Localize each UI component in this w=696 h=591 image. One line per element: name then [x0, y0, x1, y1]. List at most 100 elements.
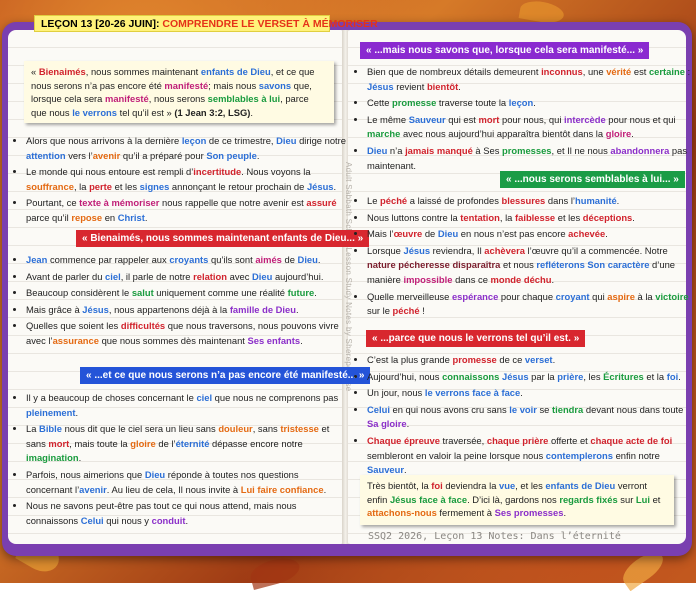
list-item: C’est la plus grande promesse de ce vers…: [367, 353, 693, 368]
not-yet-list: Il y a beaucoup de choses concernant le …: [12, 391, 346, 530]
text-run: en: [102, 211, 118, 223]
highlighted-word: Jésus: [82, 303, 109, 315]
highlighted-word: marche: [367, 128, 401, 140]
text-run: nous dit que le ciel sera un lieu sans: [61, 423, 219, 435]
text-run: Alors que nous arrivons à la dernière: [26, 135, 182, 146]
highlighted-word: Jésus: [306, 180, 334, 192]
list-item: Nous luttons contre la tentation, la fai…: [367, 211, 693, 226]
list-item: Le même Sauveur qui est mort pour nous, …: [367, 113, 693, 142]
text-run: Le monde qui nous entoure est rempli d’: [26, 166, 194, 178]
text-run: sur le: [367, 305, 393, 317]
text-run: traversée,: [439, 434, 487, 446]
highlighted-word: avenir: [79, 483, 107, 495]
list-item: Lorsque Jésus reviendra, Il achèvera l’œ…: [367, 244, 693, 288]
text-run: , nous sommes maintenant: [85, 66, 201, 77]
text-run: nous rappelle que notre avenir est: [159, 197, 307, 209]
highlighted-word: conduit: [151, 514, 186, 526]
text-run: sur: [617, 493, 636, 505]
highlighted-word: le voir: [509, 403, 537, 415]
highlighted-word: vue: [499, 480, 516, 491]
highlighted-word: Bible: [39, 423, 62, 435]
highlighted-word: Sauveur: [408, 113, 446, 125]
text-run: .: [458, 80, 461, 92]
lesson-heading: COMPRENDRE LE VERSET À MÉMORISER: [162, 18, 378, 30]
highlighted-word: aspire: [607, 290, 635, 302]
text-run: fermement à: [436, 507, 495, 518]
list-item: Le monde qui nous entoure est rempli d’i…: [26, 165, 346, 194]
highlighted-word: le verrons face à face: [424, 387, 521, 399]
text-run: :: [684, 66, 691, 77]
highlighted-word: blessures: [501, 195, 546, 206]
highlighted-word: aimés: [255, 254, 282, 265]
highlighted-word: le verrons: [72, 106, 118, 118]
text-run: en nous n’est pas encore: [458, 228, 569, 240]
highlighted-word: Christ: [117, 211, 145, 223]
text-run: ; mais nous: [208, 79, 259, 91]
highlighted-word: Dieu: [367, 144, 388, 156]
text-run: l’œuvre qu’il a commencée. Notre: [524, 244, 668, 256]
text-run: .: [314, 287, 317, 299]
text-run: .: [300, 334, 303, 346]
text-run: Nous luttons contre la: [367, 211, 461, 223]
text-run: Le même: [367, 113, 409, 125]
text-run: dirige notre: [296, 135, 346, 146]
highlighted-word: assuré: [306, 197, 337, 209]
closing-note-text: Très bientôt, la foi deviendra la vue, e…: [367, 480, 660, 518]
text-run: , la: [499, 211, 515, 223]
text-run: «: [31, 66, 39, 77]
text-run: Mais l’: [367, 228, 394, 240]
beloved-list: Jean commence par rappeler aux croyants …: [12, 253, 346, 351]
highlighted-word: savons: [258, 79, 292, 91]
text-run: et nous: [500, 259, 537, 271]
text-run: .: [404, 464, 407, 476]
text-run: Quelle merveilleuse: [367, 290, 452, 302]
closing-note-box: Très bientôt, la foi deviendra la vue, e…: [360, 475, 674, 525]
text-run: .: [678, 370, 681, 382]
highlighted-word: Sa gloire: [367, 418, 407, 430]
highlighted-word: Écritures: [603, 370, 644, 382]
highlighted-word: Lui: [635, 493, 650, 505]
highlighted-word: contemplerons: [545, 449, 613, 461]
text-run: est: [631, 66, 649, 77]
highlighted-word: pleinement: [26, 406, 76, 418]
text-run: Avant de parler du: [26, 270, 106, 282]
text-run: commence par rappeler aux: [47, 254, 170, 265]
highlighted-word: Sauveur: [367, 464, 404, 476]
text-run: et les: [555, 211, 583, 223]
highlighted-word: Dieu: [437, 228, 459, 240]
highlighted-word: ciel: [105, 270, 121, 282]
like-him-list: Le péché a laissé de profondes blessures…: [353, 194, 693, 321]
highlighted-word: manifesté: [164, 79, 209, 91]
highlighted-word: assurance: [52, 334, 99, 346]
text-run: .: [78, 452, 82, 464]
highlighted-word: salut: [131, 287, 154, 299]
list-item: Alors que nous arrivons à la dernière le…: [26, 134, 346, 163]
text-run: et les: [112, 180, 140, 192]
list-item: Pourtant, ce texte à mémoriser nous rapp…: [26, 196, 346, 225]
highlighted-word: souffrance: [26, 180, 74, 192]
text-run: Cette: [367, 97, 393, 109]
section-header-see-him: « ...parce que nous le verrons tel qu’il…: [366, 330, 586, 347]
highlighted-word: certaine: [648, 66, 685, 77]
list-item: Quelle merveilleuse espérance pour chaqu…: [367, 290, 693, 319]
highlighted-word: Son peuple: [206, 149, 257, 161]
text-run: vers l’: [65, 149, 93, 161]
list-item: Chaque épreuve traversée, chaque prière …: [367, 434, 693, 478]
text-run: que nous sommes dès maintenant: [98, 334, 248, 346]
text-run: , nous appartenons déjà à la: [108, 303, 230, 315]
text-run: de: [281, 254, 298, 265]
text-run: .: [75, 406, 79, 418]
text-run: , et les: [515, 480, 546, 491]
highlighted-word: achèvera: [484, 244, 525, 256]
highlighted-word: prière: [557, 370, 584, 382]
highlighted-word: victoire: [655, 290, 689, 302]
highlighted-word: connaissons: [442, 370, 500, 382]
list-item: Aujourd’hui, nous connaissons Jésus par …: [367, 370, 693, 385]
text-run: n’a: [387, 144, 406, 156]
highlighted-word: croyant: [555, 290, 590, 302]
text-run: , une: [582, 66, 607, 77]
highlighted-word: attention: [26, 149, 66, 161]
text-run: , nous serons: [148, 93, 208, 104]
highlighted-word: Dieu: [252, 270, 273, 282]
highlighted-word: signes: [139, 180, 170, 192]
